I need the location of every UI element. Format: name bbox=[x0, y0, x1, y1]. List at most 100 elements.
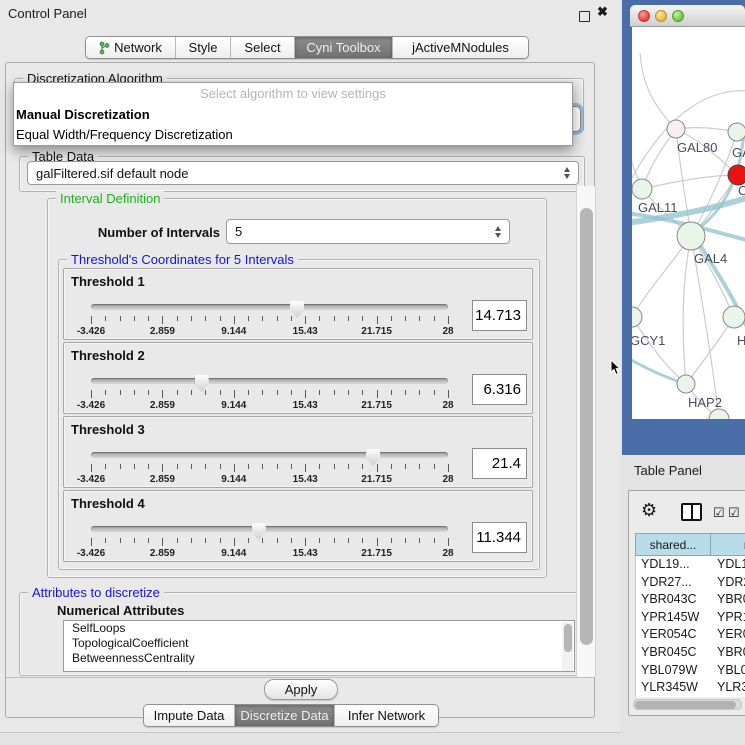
threshold-value-input[interactable] bbox=[472, 448, 527, 479]
network-node-label: GAL4 bbox=[694, 251, 727, 266]
slider-track[interactable] bbox=[91, 452, 448, 458]
table-cell[interactable]: YBR043C bbox=[636, 591, 712, 609]
tick-label: -3.426 bbox=[77, 474, 105, 485]
network-node[interactable] bbox=[728, 123, 745, 141]
threshold-value-input[interactable] bbox=[472, 522, 527, 553]
table-row[interactable]: YLR345WYLR3 bbox=[636, 679, 745, 697]
column-header-shared-name[interactable]: shared... bbox=[635, 533, 711, 556]
number-of-intervals-label: Number of Intervals bbox=[78, 221, 220, 245]
slider-track[interactable] bbox=[91, 526, 448, 532]
apply-button[interactable]: Apply bbox=[264, 679, 338, 700]
tab-select[interactable]: Select bbox=[230, 37, 294, 58]
tick-mark bbox=[134, 538, 135, 543]
attribute-list-item[interactable]: SelfLoops bbox=[64, 621, 574, 636]
table-row[interactable]: YDR27...YDR2 bbox=[636, 574, 745, 592]
tab-impute-data[interactable]: Impute Data bbox=[144, 705, 234, 726]
tick-mark bbox=[434, 390, 435, 395]
close-icon[interactable]: ✖ bbox=[597, 4, 608, 20]
threshold-value-input[interactable] bbox=[472, 300, 527, 331]
scrollbar-thumb[interactable] bbox=[635, 701, 736, 709]
table-cell[interactable]: YBR0 bbox=[712, 644, 745, 662]
table-cell[interactable]: YLR3 bbox=[712, 679, 745, 697]
network-node[interactable] bbox=[728, 165, 745, 185]
tab-jactivemnodules[interactable]: jActiveMNodules bbox=[392, 37, 528, 58]
table-cell[interactable]: YLR345W bbox=[636, 679, 712, 697]
table-row[interactable]: YDL19...YDL1 bbox=[636, 556, 745, 574]
tick-mark bbox=[319, 464, 320, 469]
table-row[interactable]: YBR045CYBR0 bbox=[636, 644, 745, 662]
scrollbar-thumb[interactable] bbox=[564, 624, 572, 652]
table-row[interactable]: YBR043CYBR0 bbox=[636, 591, 745, 609]
network-node[interactable] bbox=[677, 222, 705, 250]
tab-discretize-data[interactable]: Discretize Data bbox=[234, 705, 334, 726]
tick-mark bbox=[120, 390, 121, 395]
tab-infer-network[interactable]: Infer Network bbox=[334, 705, 438, 726]
tab-cyni-toolbox[interactable]: Cyni Toolbox bbox=[294, 37, 392, 58]
table-cell[interactable]: YBR0 bbox=[712, 591, 745, 609]
minimize-traffic-light-icon[interactable] bbox=[655, 10, 667, 22]
slider-track[interactable] bbox=[91, 304, 448, 310]
close-traffic-light-icon[interactable] bbox=[638, 10, 650, 22]
zoom-traffic-light-icon[interactable] bbox=[672, 10, 684, 22]
columns-icon[interactable] bbox=[681, 503, 702, 521]
number-of-intervals-combobox[interactable]: 5 bbox=[226, 219, 510, 244]
list-scrollbar[interactable] bbox=[562, 622, 573, 672]
tick-mark bbox=[319, 390, 320, 395]
table-row[interactable]: YPR145WYPR1 bbox=[636, 609, 745, 627]
checkbox-icon[interactable]: ☑ bbox=[713, 505, 725, 521]
tick-mark bbox=[448, 316, 449, 324]
numerical-attributes-list[interactable]: SelfLoopsTopologicalCoefficientBetweenne… bbox=[63, 620, 575, 672]
slider-track[interactable] bbox=[91, 378, 448, 384]
network-node[interactable] bbox=[632, 307, 642, 327]
attribute-list-item[interactable]: BetweennessCentrality bbox=[64, 651, 574, 666]
table-cell[interactable]: YBL079W bbox=[636, 662, 712, 680]
threshold-label: Threshold 3 bbox=[71, 422, 145, 437]
threshold-panel: Threshold 4 -3.4262.8599.14415.4321.7152… bbox=[63, 490, 533, 562]
dropdown-option-equal-width[interactable]: Equal Width/Frequency Discretization bbox=[14, 125, 572, 145]
table-cell[interactable]: YBR045C bbox=[636, 644, 712, 662]
tick-mark bbox=[405, 538, 406, 543]
table-row[interactable]: YBL079WYBL0 bbox=[636, 662, 745, 680]
tick-mark bbox=[91, 464, 92, 472]
float-window-icon[interactable] bbox=[579, 11, 590, 22]
table-cell[interactable]: YER054C bbox=[636, 626, 712, 644]
tick-mark bbox=[305, 464, 306, 472]
table-cell[interactable]: YPR145W bbox=[636, 609, 712, 627]
slider-tick-labels: -3.4262.8599.14415.4321.71528 bbox=[91, 548, 448, 560]
network-node[interactable] bbox=[677, 375, 695, 393]
tick-mark bbox=[105, 538, 106, 543]
table-cell[interactable]: YDR2 bbox=[712, 574, 745, 592]
tab-style[interactable]: Style bbox=[175, 37, 230, 58]
panel-vertical-scrollbar[interactable] bbox=[576, 186, 596, 677]
dropdown-option-manual[interactable]: Manual Discretization bbox=[14, 105, 572, 125]
threshold-value-input[interactable] bbox=[472, 374, 527, 405]
checkbox-icon[interactable]: ☑ bbox=[728, 505, 740, 521]
tick-mark bbox=[220, 464, 221, 469]
network-node[interactable] bbox=[709, 409, 729, 419]
network-window-titlebar[interactable] bbox=[630, 5, 745, 27]
scrollbar-thumb[interactable] bbox=[580, 208, 593, 645]
table-data-combobox[interactable]: galFiltered.sif default node bbox=[27, 161, 579, 185]
table-cell[interactable]: YER0 bbox=[712, 626, 745, 644]
gear-icon[interactable]: ⚙ bbox=[641, 500, 657, 521]
table-cell[interactable]: YDL19... bbox=[636, 556, 712, 574]
table-cell[interactable]: YPR1 bbox=[712, 609, 745, 627]
network-node[interactable] bbox=[723, 306, 745, 328]
tab-network[interactable]: Network bbox=[86, 37, 175, 58]
tick-mark bbox=[134, 390, 135, 395]
network-canvas[interactable]: GAL80GAGAL11CGAL4GCY1HHAP2 bbox=[632, 27, 745, 419]
network-node[interactable] bbox=[632, 179, 652, 199]
table-horizontal-scrollbar[interactable] bbox=[633, 699, 742, 710]
tick-mark bbox=[105, 316, 106, 321]
tick-mark bbox=[277, 316, 278, 321]
table-row[interactable]: YER054CYER0 bbox=[636, 626, 745, 644]
slider-ticks bbox=[91, 316, 448, 325]
attribute-list-item[interactable]: TopologicalCoefficient bbox=[64, 636, 574, 651]
table-cell[interactable]: YBL0 bbox=[712, 662, 745, 680]
network-node[interactable] bbox=[667, 120, 685, 138]
tick-mark bbox=[305, 538, 306, 546]
table-cell[interactable]: YDR27... bbox=[636, 574, 712, 592]
column-header-name[interactable]: na bbox=[711, 533, 745, 556]
toolbox-tab-bar: NetworkStyleSelectCyni ToolboxjActiveMNo… bbox=[85, 36, 529, 59]
table-cell[interactable]: YDL1 bbox=[712, 556, 745, 574]
